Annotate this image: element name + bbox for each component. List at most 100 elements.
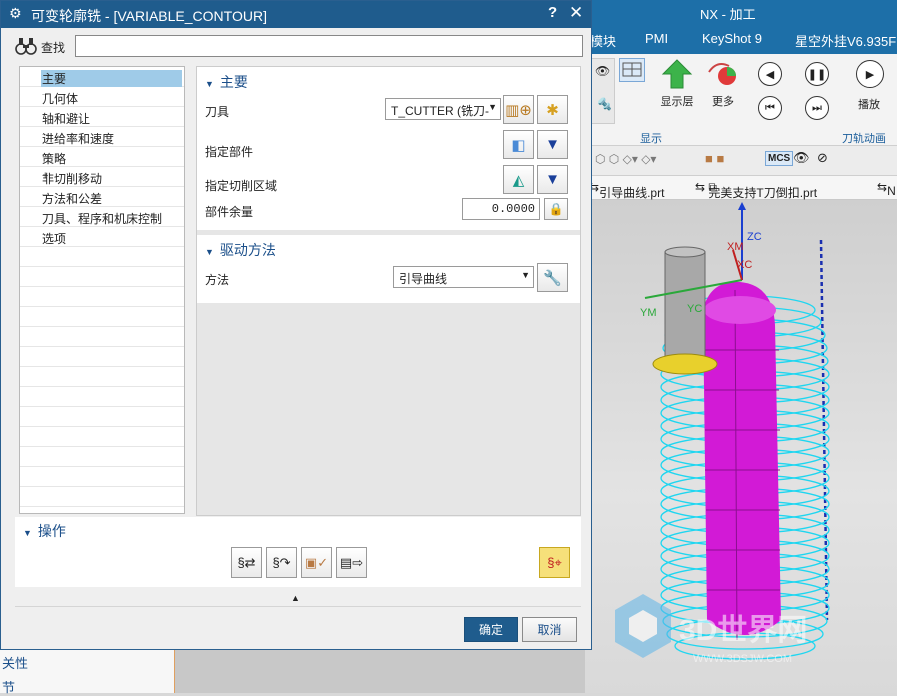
flashlight-icon: ▼ <box>545 171 560 188</box>
gear-icon: ⚙ <box>9 5 22 21</box>
tree-empty-row <box>20 487 184 507</box>
verify-button[interactable]: ▣✓ <box>301 547 332 578</box>
replay-toolpath-icon: §↷ <box>272 554 291 570</box>
cube-icon[interactable]: ■ ■ <box>705 151 724 166</box>
section-main-header[interactable]: ▼ 主要 <box>205 72 248 92</box>
ok-button[interactable]: 确定 <box>464 617 518 642</box>
edit-drive-method-button[interactable]: 🔧 <box>537 263 568 292</box>
menu-module[interactable]: 模块 <box>590 31 616 50</box>
tree-item-feeds-speeds[interactable]: ┄ 进给率和速度 <box>20 127 184 147</box>
play-label: 播放 <box>858 99 880 111</box>
section-drive-header[interactable]: ▼ 驱动方法 <box>205 240 276 260</box>
tree-empty-row <box>20 247 184 267</box>
play-button[interactable]: ▶ <box>856 60 884 88</box>
eye-toggle-icon[interactable]: 👁 <box>793 150 810 166</box>
tab-label: 完美支持T刀倒扣.prt <box>708 186 818 200</box>
generate-toolpath-icon: §⇄ <box>237 554 256 570</box>
tree-item-tool-program-machine[interactable]: ┄ 刀具、程序和机床控制 <box>20 207 184 227</box>
graphics-viewport[interactable]: ZC XM XC YM YC 3D世界网 WWW.3DSJW.COM <box>585 200 897 693</box>
layer-visibility-button[interactable] <box>619 58 645 82</box>
left-item-0[interactable]: 关性 <box>2 653 28 672</box>
tool-label: 刀具 <box>205 105 230 119</box>
wrench-gear-icon: ✱ <box>546 101 559 119</box>
show-layer-label: 显示层 <box>660 96 694 108</box>
step-back-button[interactable]: ◀ <box>758 62 782 86</box>
display-machine-button[interactable]: §⌖ <box>539 547 570 578</box>
show-layer-button[interactable]: 显示层 <box>655 58 699 109</box>
eye-icon: 👁 <box>595 64 611 78</box>
cancel-button[interactable]: 取消 <box>522 617 577 642</box>
edit-tool-button[interactable]: ✱ <box>537 95 568 124</box>
file-tabs: ⇆ 引导曲线.prt ⇆ 完美支持T刀倒扣.prt ⧉ ⇆ N <box>585 176 897 200</box>
close-button[interactable]: ✕ <box>569 3 583 23</box>
find-bar: 查找 <box>15 35 585 59</box>
menu-pmi[interactable]: PMI <box>645 31 668 46</box>
tree-item-non-cutting-moves[interactable]: + 非切削移动 <box>20 167 184 187</box>
find-input[interactable] <box>75 35 583 57</box>
help-button[interactable]: ? <box>548 4 557 21</box>
triangle-right-icon: ▶ <box>865 68 875 81</box>
tree-item-label: 策略 <box>42 152 67 166</box>
to-start-button[interactable]: ⏮ <box>758 96 782 120</box>
menu-xingkong[interactable]: 星空外挂V6.935F <box>795 31 896 50</box>
mcs-button[interactable]: MCS <box>765 151 794 166</box>
section-operations-title: 操作 <box>37 523 66 539</box>
tree-item-main[interactable]: ┄主要 <box>20 67 184 87</box>
list-icon: ▤⇨ <box>339 554 364 570</box>
tool-select[interactable]: T_CUTTER (铣刀- ▼ <box>385 98 501 120</box>
tree-empty-row <box>20 347 184 367</box>
cut-area-icon: ◭ <box>512 171 525 189</box>
tab-next[interactable]: ⇆ N <box>877 180 896 198</box>
verify-icon: ▣✓ <box>304 554 329 570</box>
tab-label: 引导曲线.prt <box>599 186 665 200</box>
replay-button[interactable]: §↷ <box>266 547 297 578</box>
tree-item-label: 选项 <box>42 232 67 246</box>
tree-item-label: 主要 <box>41 70 182 87</box>
left-item-1[interactable]: 节 <box>2 677 15 696</box>
color-wheel-icon <box>708 63 736 85</box>
display-part-button[interactable]: ▼ <box>537 130 568 159</box>
part-stock-input[interactable]: 0.0000 <box>462 198 540 220</box>
section-drive-title: 驱动方法 <box>219 242 276 258</box>
more-button[interactable]: 更多 <box>703 58 743 109</box>
ribbon-side-buttons[interactable]: 👁 🔩 <box>589 58 615 124</box>
collapse-arrow-icon[interactable]: ▲ <box>291 593 300 603</box>
select-part-button[interactable]: ◧ <box>503 130 534 159</box>
section-main-title: 主要 <box>219 74 248 90</box>
axis-zc: ZC <box>747 231 762 243</box>
eye-off-icon[interactable]: ⊘ <box>817 150 828 166</box>
skip-forward-icon: ⏭ <box>812 101 822 114</box>
part-stock-label: 部件余量 <box>205 205 254 219</box>
binoculars-icon <box>15 36 37 60</box>
tree-empty-row <box>20 467 184 487</box>
pause-icon: ❚❚ <box>807 68 827 81</box>
tree-empty-row <box>20 427 184 447</box>
select-cut-area-button[interactable]: ◭ <box>503 165 534 194</box>
triangle-left-icon: ◀ <box>765 68 775 81</box>
tree-item-geometry[interactable]: ┄ 几何体 <box>20 87 184 107</box>
drive-method-select[interactable]: 引导曲线 ▼ <box>393 266 534 288</box>
variable-contour-dialog: ⚙ 可变轮廓铣 - [VARIABLE_CONTOUR] ? ✕ 查找 ┄主要 … <box>0 0 592 650</box>
background-area <box>175 650 585 693</box>
generate-button[interactable]: §⇄ <box>231 547 262 578</box>
section-operations-header[interactable]: ▼ 操作 <box>23 521 66 541</box>
menu-keyshot[interactable]: KeyShot 9 <box>702 31 762 46</box>
dialog-title-bar[interactable]: ⚙ 可变轮廓铣 - [VARIABLE_CONTOUR] ? ✕ <box>1 1 591 28</box>
tree-item-label: 轴和避让 <box>42 112 91 126</box>
tree-empty-row <box>20 387 184 407</box>
tree-item-label: 进给率和速度 <box>42 132 115 146</box>
method-label: 方法 <box>205 273 230 287</box>
new-tool-button[interactable]: ▥⊕ <box>503 95 534 124</box>
tree-item-axis-avoidance[interactable]: ┄ 轴和避让 <box>20 107 184 127</box>
lock-button[interactable]: 🔒 <box>544 198 568 220</box>
collapse-triangle-icon: ▼ <box>23 528 32 538</box>
list-button[interactable]: ▤⇨ <box>336 547 367 578</box>
tree-item-options[interactable]: ┄ 选项 <box>20 227 184 247</box>
pause-button[interactable]: ❚❚ <box>805 62 829 86</box>
tree-item-method-tolerance[interactable]: ┄ 方法和公差 <box>20 187 184 207</box>
part-box-icon: ◧ <box>511 136 526 154</box>
to-end-button[interactable]: ⏭ <box>805 96 829 120</box>
display-cut-area-button[interactable]: ▼ <box>537 165 568 194</box>
tab-perfect-t-cutter[interactable]: ⇆ 完美支持T刀倒扣.prt ⧉ <box>695 180 817 200</box>
tree-item-strategy[interactable]: ┄ 策略 <box>20 147 184 167</box>
